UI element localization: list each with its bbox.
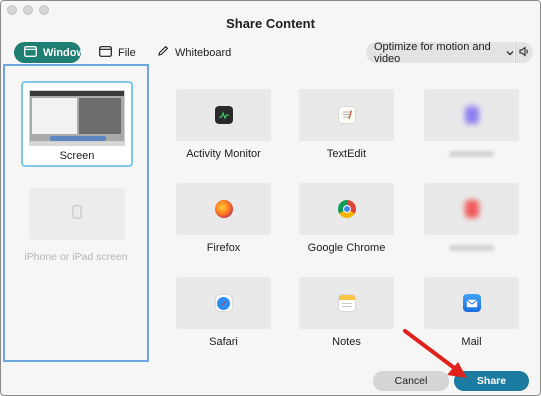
share-button[interactable]: Share (454, 371, 529, 391)
tab-whiteboard[interactable]: Whiteboard (147, 42, 241, 63)
iphone-label: iPhone or iPad screen (24, 251, 128, 263)
app-label: Notes (332, 336, 361, 348)
audio-toggle-button[interactable] (515, 42, 533, 63)
firefox-icon (214, 200, 233, 218)
window-title: Share Content (226, 16, 315, 31)
app-label: Activity Monitor (186, 148, 261, 160)
optimize-dropdown[interactable]: Optimize for motion and video (366, 40, 514, 65)
tab-file[interactable]: File (89, 42, 146, 63)
chevron-down-icon (506, 47, 514, 59)
app-label: Safari (209, 336, 238, 348)
monitor-stand-icon (29, 142, 125, 146)
notes-icon (337, 294, 356, 312)
activity-monitor-icon (214, 106, 233, 124)
safari-icon (214, 294, 233, 312)
app-thumbnail (424, 89, 519, 141)
screen-source-card[interactable]: Screen (21, 81, 133, 167)
pen-icon (157, 45, 169, 60)
app-thumbnail (424, 277, 519, 329)
app-thumbnail (176, 89, 271, 141)
close-window-button[interactable] (7, 5, 17, 15)
tab-window[interactable]: Window (14, 42, 85, 63)
screen-label: Screen (59, 150, 95, 162)
textedit-icon (337, 106, 356, 124)
source-panel: Screen iPhone or iPad screen (3, 64, 149, 362)
cancel-button[interactable]: Cancel (373, 371, 449, 391)
app-thumbnail (299, 183, 394, 235)
app-thumbnail (299, 89, 394, 141)
app-label: Google Chrome (307, 242, 386, 254)
speaker-icon (519, 44, 530, 62)
minimize-window-button[interactable] (23, 5, 33, 15)
blurred-app-label (449, 245, 494, 251)
app-label: Firefox (206, 242, 241, 254)
tab-whiteboard-label: Whiteboard (175, 46, 232, 59)
app-thumbnail (299, 277, 394, 329)
tab-file-label: File (118, 46, 136, 59)
tab-window-label: Window (43, 46, 86, 59)
blurred-app-icon (464, 200, 479, 218)
file-icon (99, 45, 112, 60)
blurred-app-label (449, 151, 494, 157)
iphone-source-card[interactable] (29, 188, 125, 240)
chrome-icon (337, 200, 356, 218)
app-thumbnail (424, 183, 519, 235)
optimize-label: Optimize for motion and video (374, 40, 491, 65)
app-label: TextEdit (326, 148, 367, 160)
screen-thumbnail (29, 90, 125, 142)
mail-icon (462, 294, 481, 312)
share-content-window: Share Content Window File Whiteboard Opt… (0, 0, 541, 396)
blurred-app-icon (464, 106, 479, 124)
title-bar: Share Content (1, 1, 540, 39)
app-thumbnail (176, 277, 271, 329)
window-icon (24, 45, 37, 60)
app-thumbnail (176, 183, 271, 235)
app-label: Mail (461, 336, 482, 348)
phone-icon (72, 204, 82, 224)
zoom-window-button[interactable] (39, 5, 49, 15)
